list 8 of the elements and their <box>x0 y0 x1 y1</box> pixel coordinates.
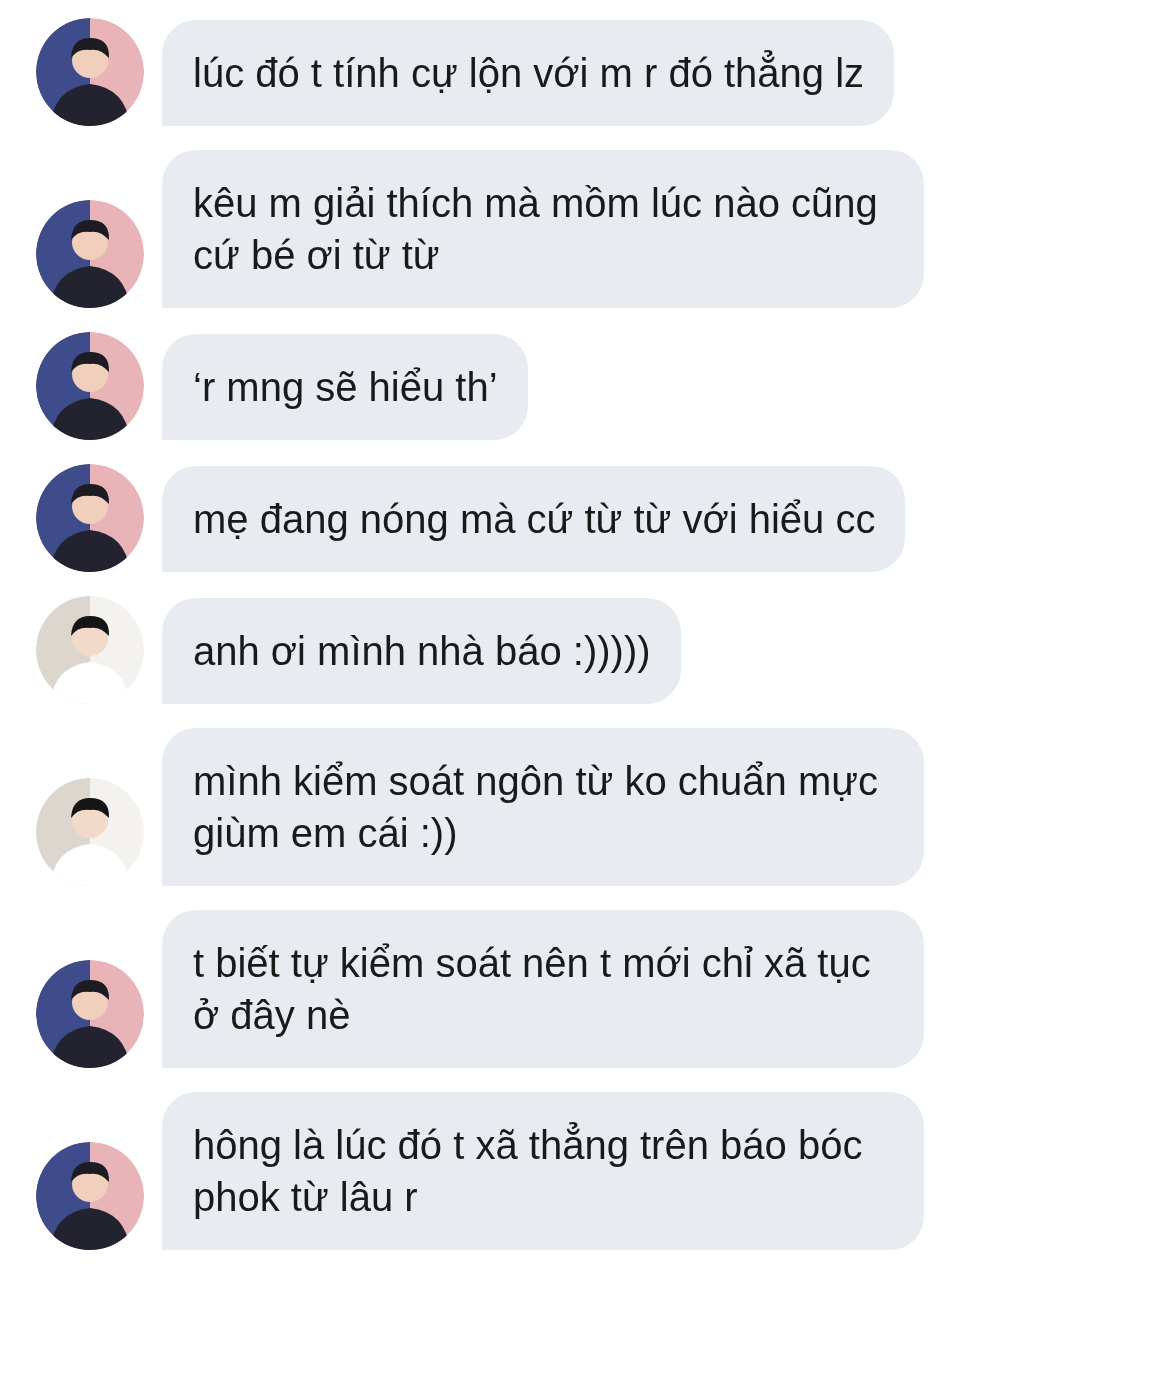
message-bubble: mẹ đang nóng mà cứ từ từ với hiểu cc <box>162 466 906 572</box>
message-bubble: hông là lúc đó t xã thẳng trên báo bóc phok từ lâu r <box>162 1092 924 1250</box>
message-bubble: ‘r mng sẽ hiểu th’ <box>162 334 528 440</box>
message-bubble: mình kiểm soát ngôn từ ko chuẩn mực giùm em cái :)) <box>162 728 924 886</box>
message-bubble: anh ơi mình nhà báo :))))) <box>162 598 681 704</box>
message-bubble: lúc đó t tính cự lộn với m r đó thẳng lz <box>162 20 895 126</box>
message-bubble: kêu m giải thích mà mồm lúc nào cũng cứ bé ơi từ từ <box>162 150 924 308</box>
message-bubble: t biết tự kiểm soát nên t mới chỉ xã tục ở đây nè <box>162 910 924 1068</box>
